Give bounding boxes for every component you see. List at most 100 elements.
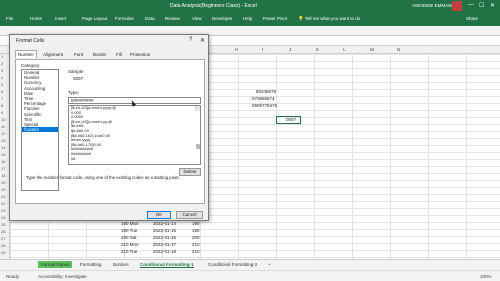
column-header[interactable]: K <box>316 47 319 52</box>
tab-font[interactable]: Font <box>72 51 85 58</box>
row-header[interactable]: 3 <box>1 68 3 73</box>
row-header[interactable]: 26 <box>1 229 5 234</box>
cell-value[interactable]: 2022-01-17 <box>153 242 176 247</box>
row-header[interactable]: 13 <box>1 138 5 143</box>
sheet-tab[interactable]: Format Panes <box>38 261 73 268</box>
tab-formulas[interactable]: Formulas <box>115 16 134 21</box>
type-list-scrollbar[interactable] <box>195 106 200 149</box>
tab-view[interactable]: View <box>192 16 202 21</box>
cell-value[interactable]: 200 Sat <box>121 235 137 240</box>
row-header[interactable]: 24 <box>1 215 5 220</box>
tab-developer[interactable]: Developer <box>212 16 233 21</box>
add-sheet-button[interactable]: + <box>268 262 271 267</box>
row-header[interactable]: 10 <box>1 117 5 122</box>
tab-power-pivot[interactable]: Power Pivot <box>263 16 287 21</box>
row-header[interactable]: 16 <box>1 159 5 164</box>
row-header[interactable]: 8 <box>1 103 3 108</box>
sheet-tab[interactable]: Formatting <box>80 262 102 267</box>
cell-value[interactable]: 2022-01-14 <box>153 221 176 226</box>
delete-button[interactable]: Delete <box>179 168 201 176</box>
cell-value[interactable]: 190 <box>192 221 200 226</box>
ok-button[interactable]: OK <box>147 211 171 219</box>
cell-value[interactable]: 2022-01-15 <box>153 228 176 233</box>
title-bar: Data Analysis(Beginners Class) - Excel A… <box>0 0 500 12</box>
selected-cell[interactable]: 0007 <box>276 116 301 124</box>
column-header[interactable]: J <box>289 47 291 52</box>
cell-value[interactable]: 2022-01-18 <box>153 249 176 254</box>
minimize-button[interactable]: — <box>468 2 474 8</box>
cell-value[interactable]: 190 <box>192 228 200 233</box>
close-icon[interactable]: ✕ <box>200 37 205 44</box>
share-button[interactable]: Share <box>466 16 478 21</box>
cell-value[interactable]: 80345678 <box>256 89 276 94</box>
row-header[interactable]: 5 <box>1 82 3 87</box>
row-header[interactable]: 21 <box>1 194 5 199</box>
category-item-selected[interactable]: Custom <box>22 127 58 133</box>
cell-value[interactable]: 190 Tue <box>121 228 137 233</box>
column-header[interactable]: L <box>343 47 346 52</box>
cell-value[interactable]: 210 <box>192 249 200 254</box>
row-header[interactable]: 9 <box>1 110 3 115</box>
accessibility-status[interactable]: Accessibility: Investigate <box>38 274 87 279</box>
row-header[interactable]: 19 <box>1 180 5 185</box>
row-header[interactable]: 20 <box>1 187 5 192</box>
row-header[interactable]: 4 <box>1 75 3 80</box>
row-header[interactable]: 11 <box>1 124 5 129</box>
scrollbar-thumb[interactable] <box>196 144 200 149</box>
tab-fill[interactable]: Fill <box>114 51 124 58</box>
cell-value[interactable]: 200 <box>192 235 200 240</box>
cell-value[interactable]: 190 Mon <box>121 221 139 226</box>
cell-value[interactable]: 0905778476 <box>252 103 277 108</box>
tab-home[interactable]: Home <box>30 16 42 21</box>
cell-value[interactable]: 2022-01-16 <box>153 235 176 240</box>
row-header[interactable]: 12 <box>1 131 5 136</box>
ribbon-tabs: File Home Insert Page Layout Formulas Da… <box>0 12 500 26</box>
cell-value[interactable]: 070685674 <box>252 96 275 101</box>
row-header[interactable]: 6 <box>1 89 3 94</box>
tab-data[interactable]: Data <box>145 16 155 21</box>
cancel-button[interactable]: Cancel <box>176 211 203 219</box>
tab-alignment[interactable]: Alignment <box>41 51 65 58</box>
sheet-tab[interactable]: Conditional Formatting-2 <box>208 262 257 267</box>
row-header[interactable]: 7 <box>1 96 3 101</box>
tab-page-layout[interactable]: Page Layout <box>82 16 107 21</box>
sheet-tab-active[interactable]: Conditional Formatting-1 <box>140 262 194 268</box>
tab-border[interactable]: Border <box>91 51 109 58</box>
tell-me-search[interactable]: 💡 Tell me what you want to do <box>298 16 360 22</box>
maximize-button[interactable]: ☐ <box>479 2 484 9</box>
row-header[interactable]: 29 <box>1 250 5 255</box>
sheet-tab[interactable]: Borders <box>113 262 129 267</box>
column-header[interactable]: H <box>235 47 238 52</box>
row-header[interactable]: 22 <box>1 201 5 206</box>
row-header[interactable]: 17 <box>1 166 5 171</box>
column-header[interactable]: M <box>370 47 374 52</box>
category-list[interactable]: General Number Currency Accounting Date … <box>21 69 59 191</box>
tab-file[interactable]: File <box>6 16 13 21</box>
close-button[interactable]: ✕ <box>490 2 495 9</box>
row-header[interactable]: 14 <box>1 145 5 150</box>
cell-value[interactable]: 210 Tue <box>121 249 137 254</box>
tab-help[interactable]: Help <box>243 16 252 21</box>
tab-number[interactable]: Number <box>15 50 38 58</box>
row-header[interactable]: 2 <box>1 61 3 66</box>
tab-protection[interactable]: Protection <box>128 51 152 58</box>
column-header[interactable]: I <box>262 47 263 52</box>
type-list[interactable]: [$-en-US]d-mmm-yyyy;@ 0.000 0.0000 [$-en… <box>68 105 201 165</box>
row-header[interactable]: 15 <box>1 152 5 157</box>
row-header[interactable]: 23 <box>1 208 5 213</box>
row-header[interactable]: 27 <box>1 236 5 241</box>
cell-value[interactable]: 210 <box>192 242 200 247</box>
type-item[interactable]: 0# <box>69 156 200 162</box>
help-icon[interactable]: ? <box>189 37 192 43</box>
tab-review[interactable]: Review <box>165 16 180 21</box>
row-header[interactable]: 28 <box>1 243 5 248</box>
row-header[interactable]: 25 <box>1 222 5 227</box>
column-header[interactable]: N <box>397 47 400 52</box>
row-header[interactable]: 1 <box>1 54 3 59</box>
avatar[interactable] <box>452 1 462 11</box>
cell-value[interactable]: 210 Mon <box>121 242 139 247</box>
dialog-title: Format Cells <box>16 38 45 44</box>
tab-insert[interactable]: Insert <box>55 16 66 21</box>
row-header[interactable]: 18 <box>1 173 5 178</box>
zoom-level[interactable]: 100% <box>480 274 492 279</box>
